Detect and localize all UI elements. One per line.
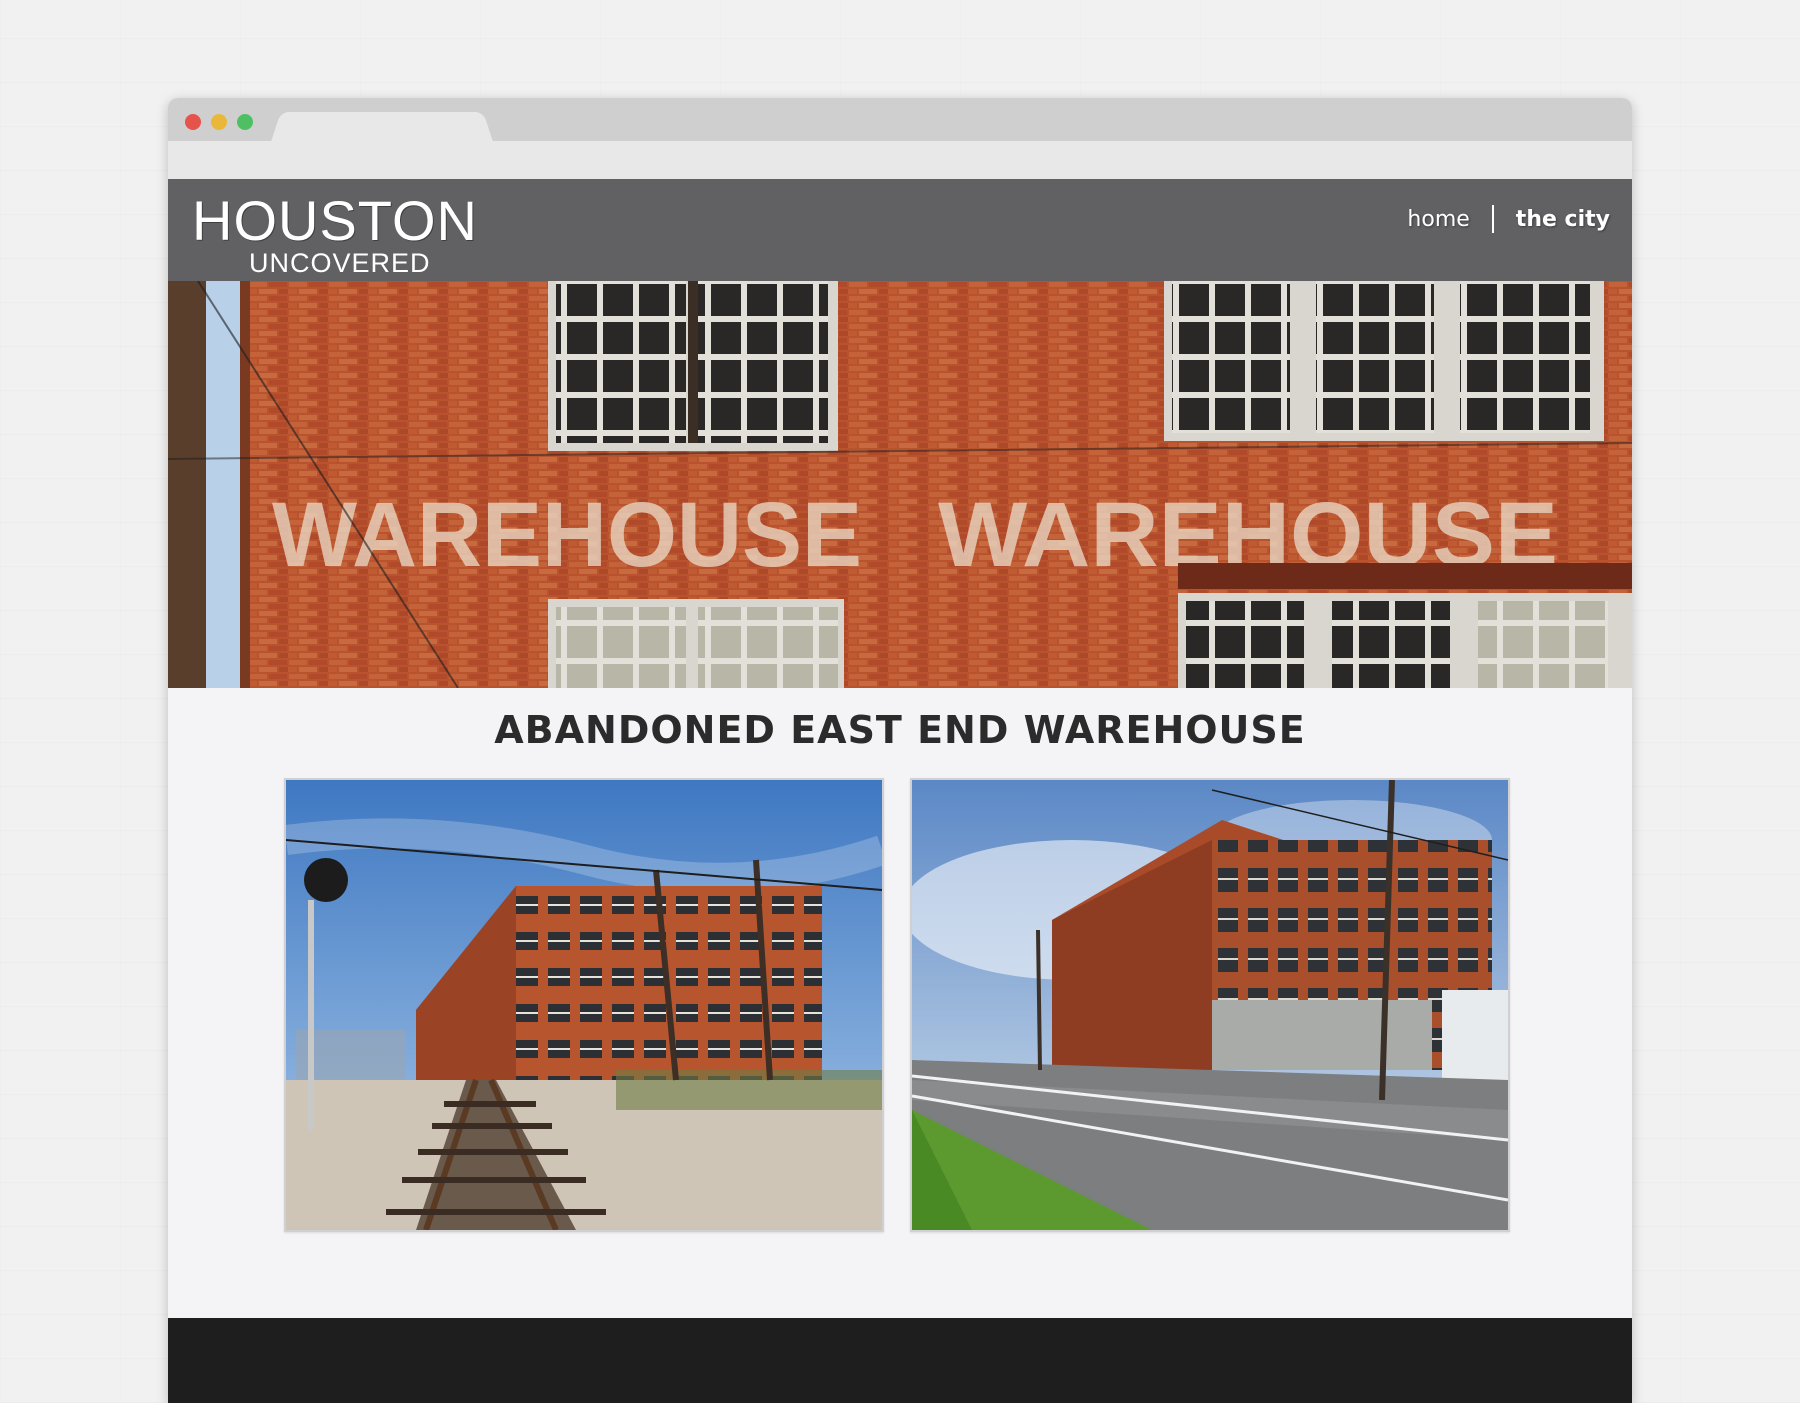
close-window-dot[interactable] bbox=[185, 114, 201, 130]
logo-subtitle: UNCOVERED bbox=[249, 248, 431, 278]
warehouse-street-view-photo bbox=[912, 780, 1508, 1230]
browser-tab[interactable] bbox=[286, 112, 478, 141]
browser-tab-strip bbox=[168, 98, 1632, 141]
site-logo[interactable]: HOUSTON UNCOVERED bbox=[192, 191, 477, 278]
hero-image: WAREHOUSE WAREHOUSE bbox=[168, 281, 1632, 688]
logo-title: HOUSTON bbox=[192, 189, 478, 252]
main-nav: home the city bbox=[1407, 203, 1610, 235]
page-title: ABANDONED EAST END WAREHOUSE bbox=[494, 708, 1306, 752]
browser-window: HOUSTON UNCOVERED home the city WAREHOUS… bbox=[168, 98, 1632, 1403]
minimize-window-dot[interactable] bbox=[211, 114, 227, 130]
maximize-window-dot[interactable] bbox=[237, 114, 253, 130]
main-content: ABANDONED EAST END WAREHOUSE bbox=[168, 688, 1632, 1303]
site-footer bbox=[168, 1318, 1632, 1403]
photo-street-view[interactable] bbox=[910, 778, 1510, 1232]
photo-rail-tracks[interactable] bbox=[284, 778, 884, 1232]
site-header: HOUSTON UNCOVERED home the city bbox=[168, 179, 1632, 281]
address-bar[interactable] bbox=[168, 141, 1632, 180]
warehouse-facade-photo: WAREHOUSE WAREHOUSE bbox=[168, 281, 1632, 688]
warehouse-rail-tracks-photo bbox=[286, 780, 882, 1230]
nav-home-link[interactable]: home bbox=[1407, 207, 1469, 232]
nav-divider bbox=[1491, 205, 1494, 233]
nav-the-city-link[interactable]: the city bbox=[1516, 207, 1610, 232]
